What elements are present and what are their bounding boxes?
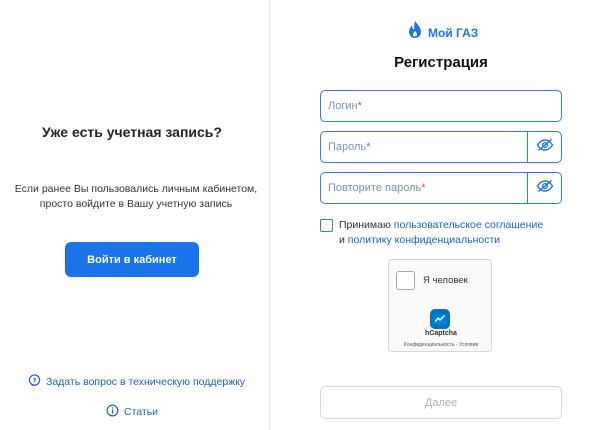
hcaptcha-brand: hCaptcha	[425, 330, 457, 337]
description-line-2: просто войдите в Вашу учетную запись	[39, 198, 233, 210]
password-repeat-input-wrap: Повторите пароль*	[321, 173, 527, 203]
gas-flame-icon	[406, 20, 424, 45]
password-input-wrap: Пароль*	[321, 132, 527, 162]
description-line-1: Если ранее Вы пользовались личным кабине…	[14, 183, 258, 195]
password-input[interactable]	[321, 132, 527, 162]
password-repeat-field[interactable]: Повторите пароль*	[320, 172, 562, 204]
agreement-prefix: Принимаю	[339, 219, 394, 231]
login-input[interactable]	[321, 91, 561, 121]
hcaptcha-widget: Я человек hCaptcha Конфиденциальность - …	[388, 259, 492, 352]
support-link-label: Задать вопрос в техническую поддержку	[46, 376, 246, 388]
existing-account-description: Если ранее Вы пользовались личным кабине…	[4, 182, 268, 212]
articles-link-label: Статьи	[124, 406, 159, 418]
user-agreement-link[interactable]: пользовательское соглашение	[394, 219, 543, 231]
privacy-policy-link[interactable]: политику конфиденциальности	[348, 234, 500, 246]
support-chat-icon: ?	[28, 374, 41, 390]
hcaptcha-footer: Конфиденциальность - Условия	[403, 342, 479, 348]
agreement-checkbox[interactable]	[320, 219, 333, 232]
left-panel: Уже есть учетная запись? Если ранее Вы п…	[0, 0, 270, 430]
support-link[interactable]: ? Задать вопрос в техническую поддержку	[28, 374, 245, 390]
agreement-line-2: и политику конфиденциальности	[339, 233, 543, 248]
toggle-password-repeat-visibility-button[interactable]	[527, 173, 561, 203]
logo-text: Мой ГАЗ	[428, 25, 479, 40]
hcaptcha-checkbox[interactable]	[396, 271, 415, 290]
hcaptcha-label: Я человек	[423, 275, 468, 286]
password-repeat-input[interactable]	[321, 173, 527, 203]
app-logo: Мой ГАЗ	[406, 20, 478, 45]
info-icon	[106, 404, 119, 420]
agreement-row: Принимаю пользовательское соглашение и п…	[320, 218, 543, 248]
next-button[interactable]: Далее	[320, 386, 562, 419]
toggle-password-visibility-button[interactable]	[527, 132, 561, 162]
articles-link[interactable]: Статьи	[106, 404, 158, 420]
registration-title: Регистрация	[394, 54, 488, 71]
login-field[interactable]: Логин*	[320, 90, 562, 122]
eye-off-icon	[536, 138, 554, 157]
existing-account-heading: Уже есть учетная запись?	[42, 124, 222, 140]
eye-off-icon	[536, 179, 554, 198]
agreement-text: Принимаю пользовательское соглашение и п…	[339, 218, 543, 248]
password-field[interactable]: Пароль*	[320, 131, 562, 163]
svg-text:?: ?	[33, 376, 37, 384]
agreement-and: и	[339, 234, 348, 246]
login-button[interactable]: Войти в кабинет	[65, 242, 199, 277]
agreement-line-1: Принимаю пользовательское соглашение	[339, 218, 543, 233]
